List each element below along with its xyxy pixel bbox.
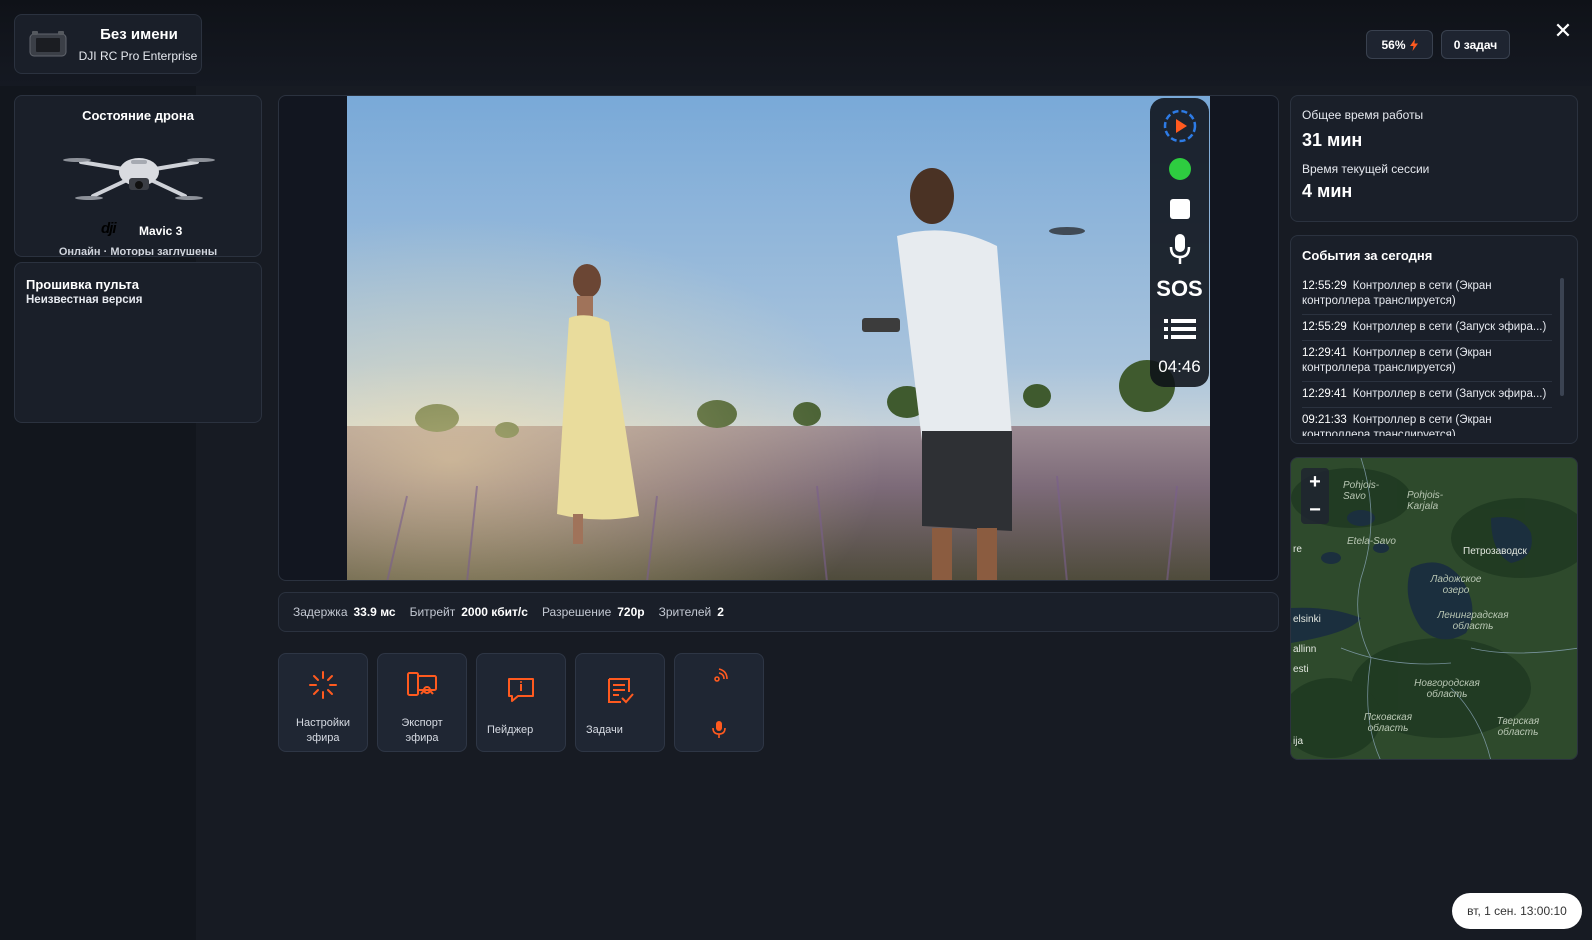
pager-icon (508, 678, 534, 702)
resolution-value: 720p (617, 605, 645, 619)
map-label: Ладожское озеро (1430, 574, 1482, 596)
event-item: 12:29:41 Контроллер в сети (Запуск эфира.… (1302, 382, 1552, 408)
firmware-title: Прошивка пульта (26, 277, 140, 292)
events-title: События за сегодня (1302, 248, 1433, 263)
events-list[interactable]: 12:55:29 Контроллер в сети (Экран контрол… (1302, 274, 1552, 436)
device-card[interactable]: Без имени DJI RC Pro Enterprise (14, 14, 202, 74)
drone-status-panel: Состояние дрона dji Mavic 3 Онлайн · Мот… (14, 95, 262, 257)
firmware-panel: Прошивка пульта Неизвестная версия (14, 262, 262, 423)
pager-button[interactable]: Пейджер (476, 653, 566, 752)
map-panel[interactable]: Pohjois-Savo Pohjois-Karjala Etela-Savo … (1290, 457, 1578, 760)
stream-stats-bar: Задержка 33.9 мс Битрейт 2000 кбит/с Раз… (278, 592, 1279, 632)
live-status-dot-icon (1168, 158, 1191, 180)
pager-label: Пейджер (487, 724, 534, 736)
tasks-button[interactable]: Задачи (575, 653, 665, 752)
drone-model: Mavic 3 (139, 224, 183, 238)
event-item: 12:55:29 Контроллер в сети (Экран контрол… (1302, 274, 1552, 315)
map-city-label: ija (1293, 736, 1304, 747)
microphone-icon (1169, 234, 1190, 264)
broadcast-export-button[interactable]: Экспорт эфира (377, 653, 467, 752)
map-label: Pohjois-Savo (1343, 480, 1380, 502)
microphone-icon (712, 721, 726, 738)
events-scrollbar[interactable] (1560, 278, 1564, 396)
total-time-label: Общее время работы (1302, 108, 1424, 122)
map-label: Новгородская область (1414, 678, 1480, 700)
video-stream-panel (278, 95, 1279, 581)
map-label: Тверская область (1496, 716, 1540, 738)
stop-button[interactable] (1150, 194, 1209, 224)
resolution-label: Разрешение (541, 605, 612, 619)
map-city-label: re (1293, 544, 1302, 555)
drone-image (63, 158, 215, 200)
broadcast-export-icon (407, 672, 437, 696)
latency-label: Задержка (293, 605, 348, 619)
total-time-value: 31 мин (1302, 130, 1363, 150)
map-city-label: allinn (1293, 644, 1317, 655)
play-button[interactable] (1150, 108, 1209, 144)
stop-square-icon (1169, 199, 1190, 219)
map-label: Pohjois-Karjala (1407, 490, 1444, 512)
list-icon (1163, 319, 1196, 339)
radio-signal-icon (714, 668, 728, 682)
map-city-label: Петрозаводск (1463, 546, 1527, 557)
live-indicator (1150, 154, 1209, 184)
viewers-value: 2 (717, 605, 724, 619)
broadcast-settings-button[interactable]: Настройки эфира (278, 653, 368, 752)
viewers-label: Зрителей (658, 605, 712, 619)
tasks-counter-button[interactable]: 0 задач (1441, 30, 1510, 59)
zoom-out-button[interactable]: − (1301, 496, 1329, 524)
drone-connection-status: Онлайн · Моторы заглушены (58, 246, 218, 257)
battery-indicator[interactable]: 56% (1366, 30, 1433, 59)
latency-value: 33.9 мс (353, 605, 396, 619)
play-circle-icon (1163, 109, 1196, 143)
bitrate-value: 2000 кбит/с (461, 605, 528, 619)
top-bar (0, 0, 1592, 86)
broadcast-settings-icon (309, 671, 337, 699)
list-menu-button[interactable] (1150, 314, 1209, 344)
stream-timer: 04:46 (1150, 354, 1209, 380)
device-model: DJI RC Pro Enterprise (78, 49, 198, 63)
broadcast-settings-label: Настройки эфира (296, 717, 350, 744)
dji-logo: dji (101, 220, 116, 237)
events-panel: События за сегодня 12:55:29 Контроллер в … (1290, 235, 1578, 444)
event-item: 12:29:41 Контроллер в сети (Экран контрол… (1302, 341, 1552, 382)
map-label: Etela-Savo (1347, 536, 1396, 547)
broadcast-export-label: Экспорт эфира (401, 717, 443, 744)
recording-toolbar: SOS 04:46 (1150, 98, 1209, 387)
radio-mic-button[interactable] (674, 653, 764, 752)
zoom-in-button[interactable]: + (1301, 468, 1329, 496)
map-label: Псковская область (1363, 712, 1413, 734)
session-time-label: Время текущей сессии (1302, 162, 1430, 176)
session-time-value: 4 мин (1302, 181, 1353, 201)
event-item: 12:55:29 Контроллер в сети (Запуск эфира.… (1302, 315, 1552, 341)
event-item: 09:21:33 Контроллер в сети (Экран контрол… (1302, 408, 1552, 436)
drone-status-title: Состояние дрона (82, 108, 194, 123)
map-label: Ленинградская область (1437, 610, 1509, 632)
tasks-icon (608, 678, 634, 704)
close-icon[interactable]: ✕ (1551, 19, 1575, 43)
remote-controller-icon (29, 31, 67, 57)
work-time-panel: Общее время работы 31 мин Время текущей … (1290, 95, 1578, 222)
map-city-label: esti (1293, 664, 1309, 675)
sos-button[interactable]: SOS (1150, 274, 1209, 304)
video-frame[interactable] (347, 96, 1210, 581)
timer-value: 04:46 (1158, 357, 1201, 376)
map-city-label: elsinki (1293, 614, 1321, 625)
sos-label: SOS (1156, 276, 1203, 301)
lightning-icon (1409, 38, 1418, 51)
device-name: Без имени (100, 26, 178, 43)
microphone-button[interactable] (1150, 232, 1209, 266)
map-zoom-controls: + − (1301, 468, 1329, 524)
firmware-version: Неизвестная версия (26, 294, 143, 306)
bitrate-label: Битрейт (409, 605, 456, 619)
date-time-display: вт, 1 сен. 13:00:10 (1452, 893, 1582, 929)
battery-percent: 56% (1381, 37, 1406, 52)
tasks-label: Задачи (586, 724, 623, 736)
